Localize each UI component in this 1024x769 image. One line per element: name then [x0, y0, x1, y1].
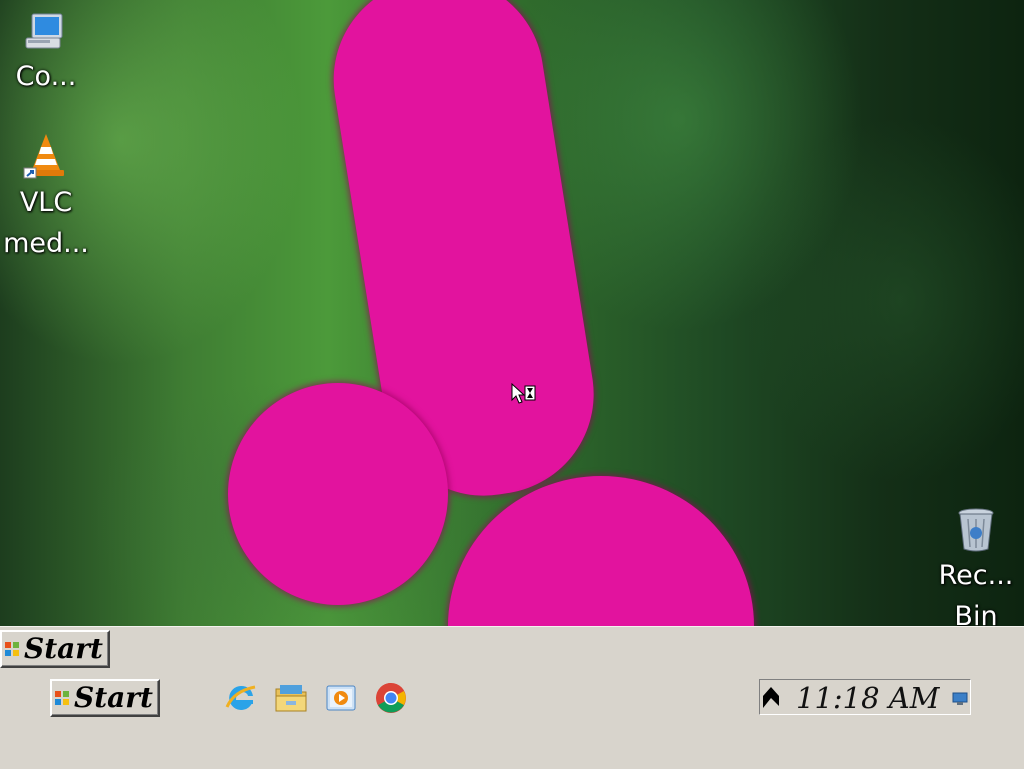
chrome-icon[interactable]: [374, 681, 408, 715]
wallpaper-pink-shape: [448, 476, 754, 626]
tray-clock[interactable]: 11:18 AM: [796, 682, 939, 714]
desktop-icon-recycle-bin[interactable]: Rec... Bin: [930, 505, 1022, 626]
desktop-wallpaper: Co... VLC med... Rec... Bin: [0, 0, 1024, 626]
desktop-icon-label: Rec...: [938, 560, 1014, 591]
desktop-icon-computer[interactable]: Co...: [0, 10, 92, 99]
desktop-icon-label: VLC: [19, 187, 73, 218]
desktop-icon-vlc[interactable]: VLC med...: [0, 132, 92, 266]
system-tray: 11:18 AM: [759, 679, 971, 715]
wallpaper-pink-shape: [228, 383, 448, 605]
windows-logo-icon: [5, 642, 19, 656]
start-button[interactable]: Start: [50, 679, 160, 717]
desktop-icon-label: med...: [3, 228, 89, 259]
desktop-icon-label: Co...: [15, 61, 77, 92]
media-player-icon[interactable]: [324, 681, 358, 715]
start-button-label: Start: [74, 681, 153, 714]
file-explorer-icon[interactable]: [274, 681, 308, 715]
network-icon[interactable]: [952, 692, 968, 706]
busy-cursor-icon: [511, 383, 536, 404]
recycle-bin-icon: [958, 508, 994, 552]
start-button-label: Start: [24, 632, 103, 665]
computer-icon: [25, 13, 63, 49]
vlc-icon: [23, 134, 64, 179]
windows-logo-icon: [55, 691, 69, 705]
desktop-icon-label: Bin: [954, 601, 998, 626]
start-button[interactable]: Start: [0, 630, 110, 668]
internet-explorer-icon[interactable]: [224, 681, 258, 715]
action-center-flag-icon[interactable]: [762, 684, 780, 710]
